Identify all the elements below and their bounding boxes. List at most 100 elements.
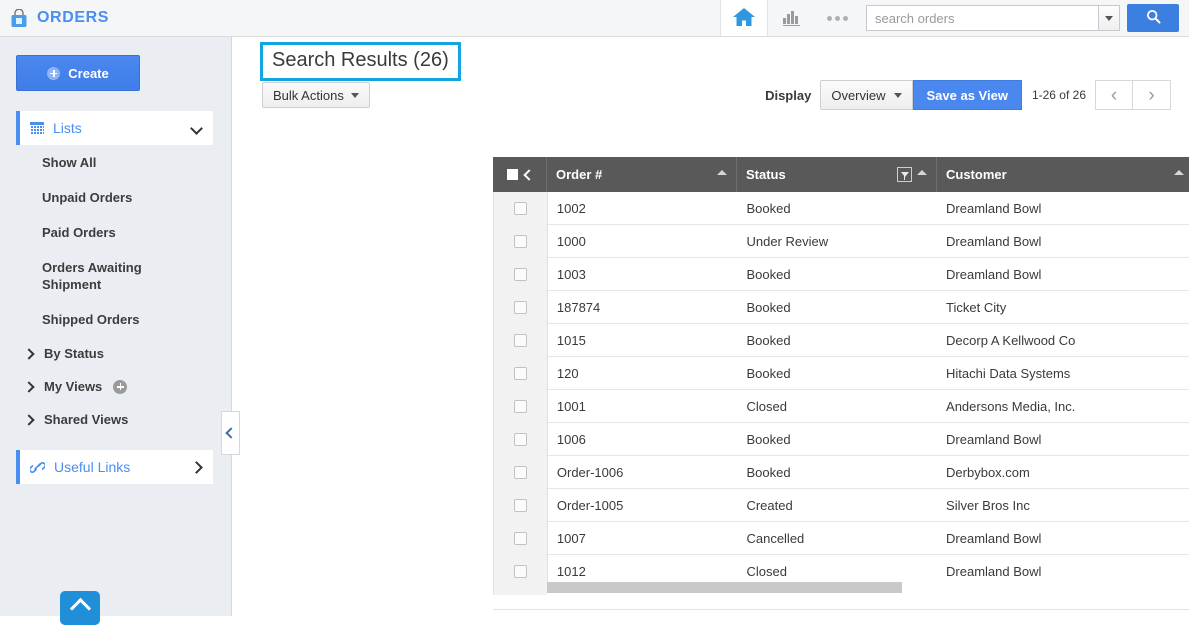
funnel-icon[interactable] <box>897 167 912 182</box>
sidebar-group-by-status[interactable]: By Status <box>0 337 231 370</box>
sidebar-collapse-handle[interactable] <box>221 411 240 455</box>
table-row[interactable]: 1002 Booked Dreamland Bowl <box>494 192 1189 225</box>
link-icon <box>28 461 47 474</box>
sidebar-lists-children: Show All Unpaid Orders Paid Orders Order… <box>0 145 231 337</box>
plus-circle-icon <box>47 66 61 80</box>
sidebar-item-lists[interactable]: Lists <box>16 111 213 145</box>
cell-status: Created <box>746 497 793 513</box>
row-select-cell[interactable] <box>494 257 548 291</box>
table-row[interactable]: 1001 Closed Andersons Media, Inc. <box>494 389 1189 423</box>
bulk-actions-label: Bulk Actions <box>273 87 344 103</box>
more-options-button[interactable] <box>814 0 860 36</box>
row-select-cell[interactable] <box>494 422 548 456</box>
cell-status: Booked <box>746 266 791 282</box>
table-row[interactable]: 1000 Under Review Dreamland Bowl William… <box>494 224 1189 258</box>
cell-customer: Dreamland Bowl <box>946 233 1042 249</box>
row-select-cell[interactable] <box>494 192 548 225</box>
sidebar-item-paid-orders[interactable]: Paid Orders <box>0 215 231 250</box>
page-title: ORDERS <box>37 9 110 26</box>
cell-customer: Dreamland Bowl <box>946 266 1042 282</box>
sidebar-group-my-views[interactable]: My Views <box>0 370 231 403</box>
shopping-bag-icon <box>10 8 28 28</box>
view-selector[interactable]: Overview <box>820 80 913 110</box>
row-checkbox[interactable] <box>513 333 527 347</box>
cell-order: 1002 <box>556 200 586 216</box>
table-row[interactable]: 1003 Booked Dreamland Bowl <box>494 257 1189 291</box>
row-checkbox[interactable] <box>513 399 527 413</box>
row-checkbox[interactable] <box>513 300 527 314</box>
row-select-cell[interactable] <box>494 356 548 390</box>
cell-order: 120 <box>556 365 579 381</box>
table-row[interactable]: 187874 Booked Ticket City Rick Rivera <box>494 290 1189 324</box>
sidebar-item-unpaid-orders[interactable]: Unpaid Orders <box>0 180 231 215</box>
row-checkbox[interactable] <box>513 564 527 578</box>
caret-down-icon <box>350 92 359 98</box>
chevron-right-icon <box>23 347 35 360</box>
row-select-cell[interactable] <box>494 323 548 357</box>
cell-status: Under Review <box>746 233 829 249</box>
row-checkbox[interactable] <box>513 201 527 215</box>
table-row[interactable]: 1007 Cancelled Dreamland Bowl <box>494 521 1189 555</box>
bulk-actions-button[interactable]: Bulk Actions <box>262 82 370 108</box>
previous-page-button[interactable]: ‹ <box>1095 80 1133 110</box>
horizontal-scrollbar[interactable] <box>547 582 1189 595</box>
row-select-cell[interactable] <box>494 521 548 555</box>
table-row[interactable]: Order-1005 Created Silver Bros Inc <box>494 488 1189 522</box>
cell-customer: Ticket City <box>946 299 1007 315</box>
row-select-cell[interactable] <box>494 587 548 595</box>
column-header-status[interactable]: Status <box>737 157 937 192</box>
row-checkbox[interactable] <box>513 531 527 545</box>
row-checkbox[interactable] <box>513 267 527 281</box>
cell-customer: Dreamland Bowl <box>946 200 1042 216</box>
column-header-customer[interactable]: Customer <box>937 157 1189 192</box>
row-checkbox[interactable] <box>513 234 527 248</box>
sidebar-group-label: By Status <box>44 346 104 361</box>
chevron-left-icon[interactable] <box>522 168 535 181</box>
cell-status: Booked <box>746 365 791 381</box>
pagination-range: 1-26 of 26 <box>1031 88 1086 102</box>
home-button[interactable] <box>720 0 768 36</box>
row-select-cell[interactable] <box>494 224 548 258</box>
sidebar-item-shipped-orders[interactable]: Shipped Orders <box>0 302 231 337</box>
chevron-right-icon <box>190 460 203 474</box>
row-checkbox[interactable] <box>513 498 527 512</box>
sidebar-item-show-all[interactable]: Show All <box>0 145 231 180</box>
row-select-cell[interactable] <box>494 290 548 324</box>
save-as-view-button[interactable]: Save as View <box>912 80 1022 110</box>
cell-order: Order-1006 <box>556 464 624 480</box>
row-checkbox[interactable] <box>513 432 527 446</box>
row-select-cell[interactable] <box>494 488 548 522</box>
sidebar-item-orders-awaiting-shipment[interactable]: Orders Awaiting Shipment <box>0 250 182 302</box>
row-select-cell[interactable] <box>494 389 548 423</box>
horizontal-scrollbar-thumb[interactable] <box>547 582 902 593</box>
search-submit-button[interactable] <box>1127 4 1179 32</box>
reports-button[interactable] <box>768 0 814 36</box>
cell-order: Order-1005 <box>556 497 624 513</box>
chevron-down-icon <box>1105 15 1113 21</box>
row-select-cell[interactable] <box>494 455 548 489</box>
search-input[interactable] <box>866 5 1098 31</box>
next-page-button[interactable]: › <box>1133 80 1171 110</box>
sidebar-group-label: Shared Views <box>44 412 129 427</box>
create-button[interactable]: Create <box>16 55 140 91</box>
row-select-cell[interactable] <box>494 554 548 588</box>
table-row[interactable]: Order-1006 Booked Derbybox.com <box>494 455 1189 489</box>
select-all-square-icon[interactable] <box>506 169 518 180</box>
sidebar-item-useful-links[interactable]: Useful Links <box>16 450 213 484</box>
row-checkbox[interactable] <box>513 366 527 380</box>
table-row[interactable]: 1006 Booked Dreamland Bowl <box>494 422 1189 456</box>
search-scope-dropdown[interactable] <box>1098 5 1120 31</box>
table-row[interactable]: 1015 Booked Decorp A Kellwood Co <box>494 323 1189 357</box>
scroll-to-top-button[interactable] <box>60 591 100 625</box>
cell-status: Booked <box>746 332 791 348</box>
row-checkbox[interactable] <box>513 465 527 479</box>
view-selector-value: Overview <box>831 87 886 103</box>
column-header-order[interactable]: Order # <box>547 157 737 192</box>
cell-status: Cancelled <box>746 530 805 546</box>
cell-customer: Decorp A Kellwood Co <box>946 332 1076 348</box>
add-circle-icon[interactable] <box>113 379 128 394</box>
select-all-header-cell[interactable] <box>493 157 547 192</box>
table-row[interactable]: 120 Booked Hitachi Data Systems <box>494 356 1189 390</box>
sidebar-group-shared-views[interactable]: Shared Views <box>0 403 231 436</box>
cell-customer: Dreamland Bowl <box>946 530 1042 546</box>
